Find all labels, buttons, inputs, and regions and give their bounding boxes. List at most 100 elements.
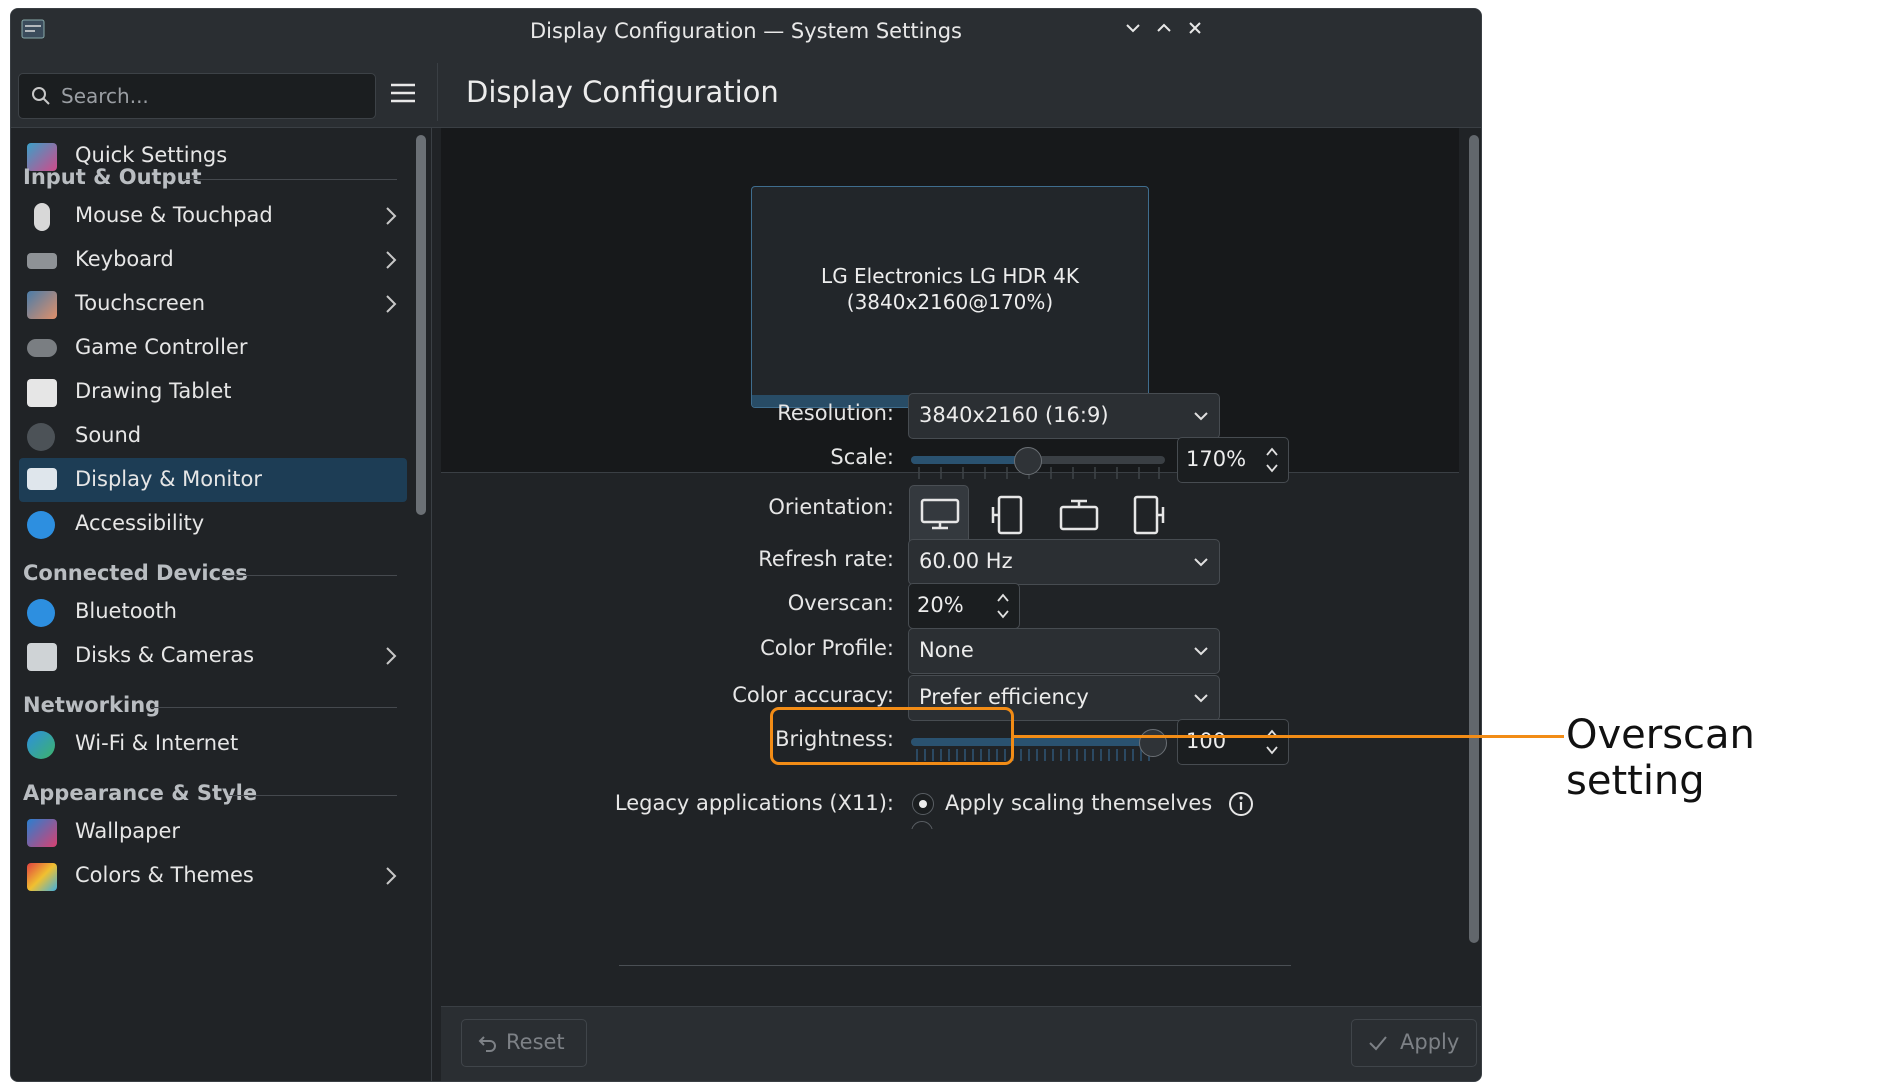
chevron-up-icon	[1157, 23, 1171, 32]
chevron-right-icon	[386, 251, 397, 269]
scale-spinbox[interactable]: 170%	[1177, 437, 1289, 483]
maximize-button[interactable]	[1152, 19, 1176, 43]
mouse-icon	[34, 203, 50, 231]
sidebar: Quick Settings Input & Output Mouse & To…	[11, 128, 409, 1081]
chevron-right-icon	[386, 867, 397, 885]
search-box[interactable]	[18, 73, 376, 119]
chevron-down-icon	[1194, 412, 1208, 421]
chevron-right-icon	[386, 207, 397, 225]
color-profile-dropdown[interactable]: None	[908, 628, 1220, 674]
legacy-apply-scaling-radio[interactable]	[912, 793, 934, 815]
checkmark-icon	[1369, 1036, 1387, 1051]
brightness-spinbox[interactable]: 100	[1177, 719, 1289, 765]
sidebar-item-label: Touchscreen	[75, 291, 206, 315]
sidebar-item-accessibility[interactable]: Accessibility	[17, 502, 409, 546]
sidebar-item-label: Accessibility	[75, 511, 205, 535]
content-scrollbar[interactable]	[1469, 135, 1479, 943]
inverted-monitor-icon	[1059, 499, 1099, 531]
sidebar-item-wifi-internet[interactable]: Wi-Fi & Internet	[17, 722, 409, 766]
info-icon[interactable]	[1227, 790, 1255, 818]
scale-value: 170%	[1186, 447, 1247, 471]
sidebar-item-drawing-tablet[interactable]: Drawing Tablet	[17, 370, 409, 414]
close-button[interactable]	[1183, 19, 1207, 43]
monitor-mode: (3840x2160@170%)	[846, 290, 1054, 314]
bluetooth-icon	[27, 599, 55, 627]
color-accuracy-value: Prefer efficiency	[919, 685, 1089, 709]
apply-button[interactable]: Apply	[1351, 1019, 1477, 1067]
spin-arrows-icon	[997, 593, 1009, 619]
reset-label: Reset	[506, 1030, 565, 1054]
section-divider	[221, 575, 397, 576]
tablet-icon	[27, 379, 57, 407]
scale-slider-handle[interactable]	[1013, 447, 1042, 475]
gamepad-icon	[27, 339, 57, 357]
orientation-portrait-left-button[interactable]	[979, 485, 1037, 543]
resolution-dropdown[interactable]: 3840x2160 (16:9)	[908, 393, 1220, 439]
orientation-portrait-right-button[interactable]	[1119, 485, 1177, 543]
section-heading-appearance: Appearance & Style	[23, 781, 258, 805]
brightness-value: 100	[1186, 729, 1227, 753]
sidebar-item-label: Wi-Fi & Internet	[75, 731, 239, 755]
sidebar-item-mouse-touchpad[interactable]: Mouse & Touchpad	[17, 194, 409, 238]
chevron-down-icon	[1194, 558, 1208, 567]
overscan-highlight-box	[770, 707, 1014, 765]
title-bar: Display Configuration — System Settings	[11, 9, 1481, 53]
footer-bar: Reset Apply	[441, 1006, 1481, 1081]
brightness-slider-handle[interactable]	[1139, 729, 1167, 757]
sidebar-item-label: Display & Monitor	[75, 467, 262, 491]
search-icon	[32, 87, 50, 105]
landscape-monitor-icon	[920, 498, 960, 530]
touchscreen-icon	[27, 291, 57, 319]
reset-button[interactable]: Reset	[461, 1019, 587, 1067]
sidebar-item-label: Colors & Themes	[75, 863, 254, 887]
sidebar-item-game-controller[interactable]: Game Controller	[17, 326, 409, 370]
orientation-inverted-button[interactable]	[1049, 485, 1107, 543]
orientation-landscape-button[interactable]	[909, 485, 969, 545]
sidebar-item-bluetooth[interactable]: Bluetooth	[17, 590, 409, 634]
section-divider	[619, 965, 1291, 966]
sidebar-item-display-monitor[interactable]: Display & Monitor	[19, 458, 407, 502]
sidebar-item-label: Sound	[75, 423, 142, 447]
sidebar-item-label: Bluetooth	[75, 599, 177, 623]
monitor-preview[interactable]: LG Electronics LG HDR 4K (3840x2160@170%…	[751, 186, 1149, 408]
spin-arrows-icon	[1266, 729, 1278, 755]
sidebar-item-label: Disks & Cameras	[75, 643, 255, 667]
close-icon	[1189, 22, 1201, 34]
sidebar-item-sound[interactable]: Sound	[17, 414, 409, 458]
section-heading-input-output: Input & Output	[23, 165, 202, 189]
resolution-value: 3840x2160 (16:9)	[919, 403, 1109, 427]
overscan-spinbox[interactable]: 20%	[908, 583, 1020, 629]
window-title: Display Configuration — System Settings	[530, 19, 962, 43]
sidebar-item-keyboard[interactable]: Keyboard	[17, 238, 409, 282]
chevron-down-icon	[1194, 694, 1208, 703]
sidebar-item-disks-cameras[interactable]: Disks & Cameras	[17, 634, 409, 678]
refresh-rate-dropdown[interactable]: 60.00 Hz	[908, 539, 1220, 585]
orientation-label: Orientation:	[768, 495, 894, 519]
scale-label: Scale:	[830, 445, 894, 469]
color-profile-label: Color Profile:	[760, 636, 894, 660]
speaker-icon	[27, 423, 55, 451]
hamburger-menu-icon[interactable]	[389, 79, 417, 107]
sidebar-item-label: Wallpaper	[75, 819, 181, 843]
scale-slider-fill	[911, 456, 1027, 464]
chevron-down-icon	[1126, 24, 1140, 33]
toolbar-divider	[437, 63, 438, 121]
chevron-down-icon	[1194, 647, 1208, 656]
section-divider	[151, 707, 397, 708]
monitor-name: LG Electronics LG HDR 4K	[821, 264, 1079, 288]
sidebar-item-label: Quick Settings	[75, 143, 228, 167]
spin-arrows-icon	[1266, 447, 1278, 473]
sidebar-item-colors-themes[interactable]: Colors & Themes	[17, 854, 409, 898]
overscan-value: 20%	[917, 593, 964, 617]
monitor-icon	[27, 468, 57, 490]
sidebar-item-touchscreen[interactable]: Touchscreen	[17, 282, 409, 326]
minimize-button[interactable]	[1121, 19, 1145, 43]
undo-icon	[478, 1036, 496, 1052]
search-input[interactable]	[59, 80, 363, 112]
keyboard-icon	[27, 253, 57, 269]
sidebar-scrollbar[interactable]	[416, 135, 426, 515]
portrait-left-icon	[991, 495, 1023, 535]
callout-label: Overscan setting	[1566, 712, 1755, 804]
sidebar-item-wallpaper[interactable]: Wallpaper	[17, 810, 409, 854]
system-settings-window: Display Configuration — System Settings …	[10, 8, 1482, 1082]
